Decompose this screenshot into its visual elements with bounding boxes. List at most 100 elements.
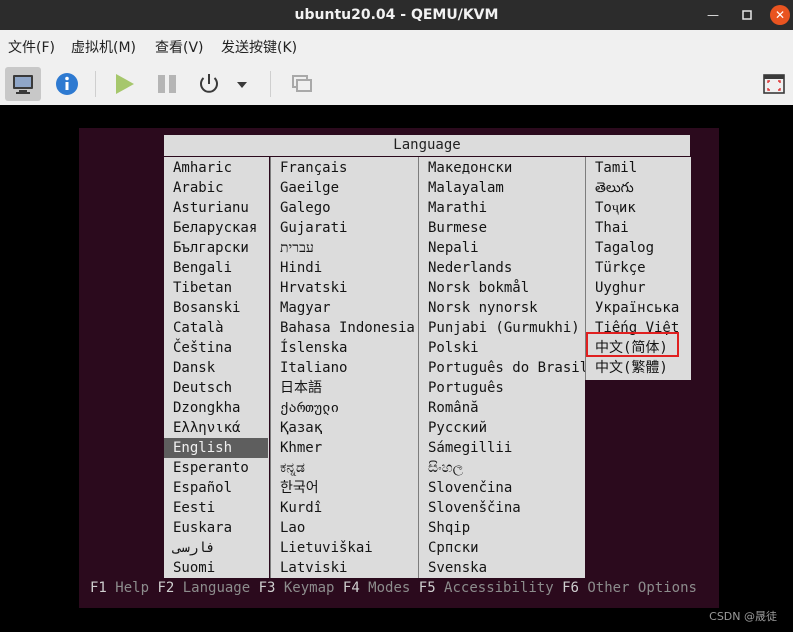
language-item[interactable]: Français <box>271 158 417 178</box>
language-column-1: Amharic Arabic Asturianu Беларуская Българск… <box>164 157 269 578</box>
fkey-f2[interactable]: F2 <box>157 580 174 596</box>
language-item[interactable]: فارسی <box>164 538 268 558</box>
language-item[interactable]: Magyar <box>271 298 417 318</box>
run-icon[interactable] <box>106 67 142 101</box>
language-item[interactable]: Hindi <box>271 258 417 278</box>
language-item[interactable]: Latviski <box>271 558 417 578</box>
language-item[interactable]: Lietuviškai <box>271 538 417 558</box>
language-item[interactable]: Tagalog <box>586 238 690 258</box>
language-item[interactable]: Dansk <box>164 358 268 378</box>
language-item[interactable]: ಕನ್ನಡ <box>271 458 417 478</box>
language-item[interactable]: Қазақ <box>271 418 417 438</box>
console-icon[interactable] <box>5 67 41 101</box>
snapshot-icon[interactable] <box>284 67 320 101</box>
language-item[interactable]: Sámegillii <box>419 438 584 458</box>
toolbar <box>0 63 793 105</box>
language-item-selected[interactable]: English <box>164 438 268 458</box>
language-item[interactable]: Português <box>419 378 584 398</box>
language-item[interactable]: Türkçe <box>586 258 690 278</box>
language-item[interactable]: Español <box>164 478 268 498</box>
language-item[interactable]: Slovenčina <box>419 478 584 498</box>
language-item[interactable]: Português do Brasil <box>419 358 588 378</box>
language-item[interactable]: Amharic <box>164 158 268 178</box>
language-item[interactable]: Hrvatski <box>271 278 417 298</box>
language-item[interactable]: Македонски <box>419 158 584 178</box>
language-item[interactable]: Gujarati <box>271 218 417 238</box>
language-item[interactable]: Uyghur <box>586 278 690 298</box>
language-item[interactable]: Беларуская <box>164 218 268 238</box>
language-item[interactable]: Nepali <box>419 238 584 258</box>
language-item[interactable]: Tamil <box>586 158 690 178</box>
language-item[interactable]: Thai <box>586 218 690 238</box>
fkey-label: Language <box>174 580 259 596</box>
language-item[interactable]: Bosanski <box>164 298 268 318</box>
pause-icon[interactable] <box>149 67 185 101</box>
fkey-f6[interactable]: F6 <box>562 580 579 596</box>
fullscreen-icon[interactable] <box>756 67 792 101</box>
menu-view[interactable]: 查看(V) <box>155 30 204 63</box>
language-item[interactable]: Eesti <box>164 498 268 518</box>
language-item[interactable]: සිංහල <box>419 458 584 478</box>
language-item[interactable]: Română <box>419 398 584 418</box>
language-item[interactable]: Ελληνικά <box>164 418 268 438</box>
language-item[interactable]: עברית <box>271 238 417 258</box>
power-icon[interactable] <box>191 67 227 101</box>
language-item[interactable]: Nederlands <box>419 258 584 278</box>
language-item[interactable]: Slovenščina <box>419 498 584 518</box>
language-item[interactable]: 中文(繁體) <box>586 358 690 378</box>
language-item[interactable]: Íslenska <box>271 338 417 358</box>
language-column-2: Français Gaeilge Galego Gujarati עברית Hindi H… <box>270 157 418 578</box>
info-icon[interactable] <box>49 67 85 101</box>
language-item[interactable]: Deutsch <box>164 378 268 398</box>
language-item[interactable]: Norsk nynorsk <box>419 298 584 318</box>
dropdown-icon[interactable] <box>231 67 253 101</box>
language-item[interactable]: Lao <box>271 518 417 538</box>
language-item[interactable]: 日本語 <box>271 378 417 398</box>
language-item[interactable]: Català <box>164 318 268 338</box>
language-item[interactable]: Suomi <box>164 558 268 578</box>
menu-sendkey[interactable]: 发送按键(K) <box>221 30 297 63</box>
close-icon[interactable]: ✕ <box>770 5 790 25</box>
language-item[interactable]: Italiano <box>271 358 417 378</box>
menu-file[interactable]: 文件(F) <box>8 30 55 63</box>
language-item[interactable]: Български <box>164 238 268 258</box>
language-item[interactable]: Arabic <box>164 178 268 198</box>
minimize-icon[interactable]: — <box>703 5 723 25</box>
language-item[interactable]: Русский <box>419 418 584 438</box>
language-item[interactable]: Svenska <box>419 558 584 578</box>
maximize-icon[interactable] <box>737 5 757 25</box>
language-item[interactable]: Burmese <box>419 218 584 238</box>
language-item[interactable]: Malayalam <box>419 178 584 198</box>
fkey-f1[interactable]: F1 <box>90 580 107 596</box>
language-item[interactable]: Polski <box>419 338 584 358</box>
language-item[interactable]: Khmer <box>271 438 417 458</box>
language-item[interactable]: Tibetan <box>164 278 268 298</box>
language-item[interactable]: Norsk bokmål <box>419 278 584 298</box>
language-item[interactable]: Euskara <box>164 518 268 538</box>
language-dialog-title: Language <box>164 135 690 156</box>
language-item[interactable]: Dzongkha <box>164 398 268 418</box>
language-item[interactable]: Marathi <box>419 198 584 218</box>
language-item[interactable]: Тоҷик <box>586 198 690 218</box>
language-item[interactable]: Gaeilge <box>271 178 417 198</box>
language-item[interactable]: Asturianu <box>164 198 268 218</box>
language-item[interactable]: ქართული <box>271 398 417 418</box>
fkey-label: Keymap <box>275 580 343 596</box>
fkey-f5[interactable]: F5 <box>419 580 436 596</box>
language-item[interactable]: Kurdî <box>271 498 417 518</box>
menu-vm[interactable]: 虚拟机(M) <box>71 30 136 63</box>
language-item[interactable]: Punjabi (Gurmukhi) <box>419 318 584 338</box>
language-item[interactable]: Bahasa Indonesia <box>271 318 417 338</box>
language-item[interactable]: Bengali <box>164 258 268 278</box>
language-item[interactable]: Українська <box>586 298 690 318</box>
language-item[interactable]: Galego <box>271 198 417 218</box>
fkey-f3[interactable]: F3 <box>259 580 276 596</box>
language-item[interactable]: 한국어 <box>271 478 417 498</box>
language-item[interactable]: Српски <box>419 538 584 558</box>
language-item[interactable]: తెలుగు <box>586 178 690 198</box>
language-item[interactable]: Shqip <box>419 518 584 538</box>
fkey-f4[interactable]: F4 <box>343 580 360 596</box>
fkey-label: Help <box>106 580 158 596</box>
language-item[interactable]: Esperanto <box>164 458 268 478</box>
language-item[interactable]: Čeština <box>164 338 268 358</box>
